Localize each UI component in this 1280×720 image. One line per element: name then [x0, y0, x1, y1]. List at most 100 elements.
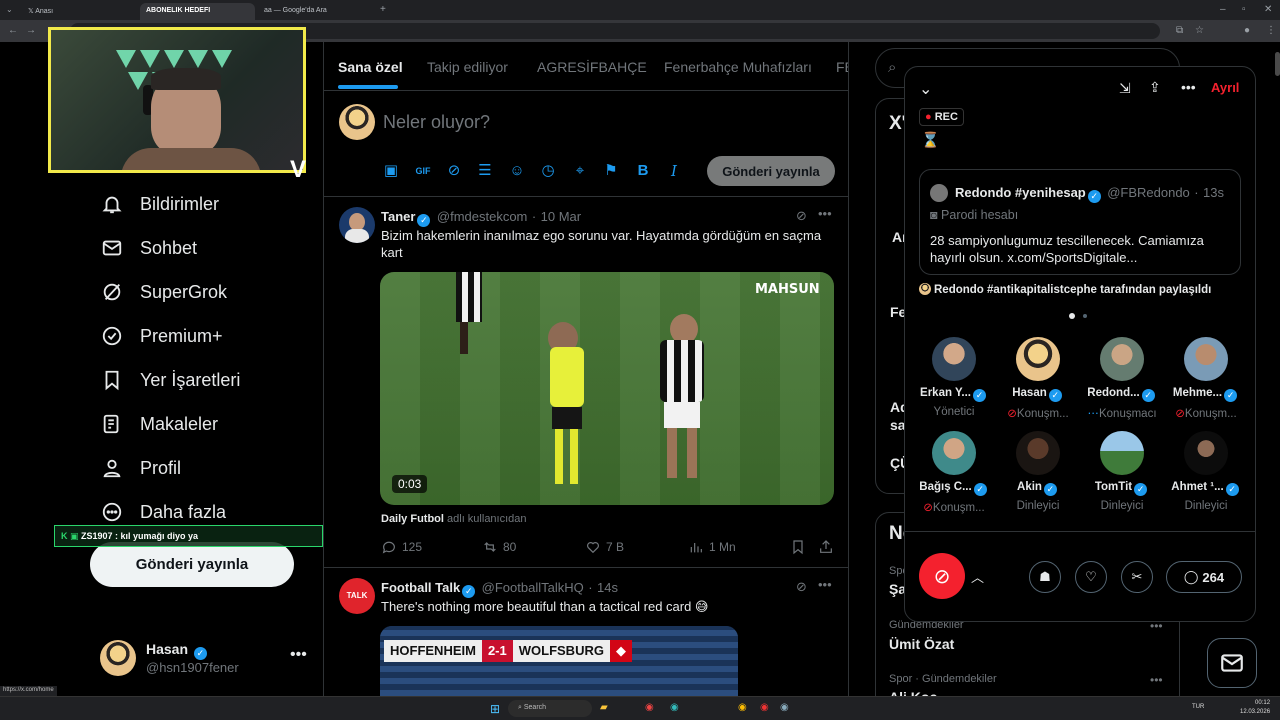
clock[interactable]: 00:12 12.03.2026 — [1240, 699, 1270, 717]
profile-icon[interactable]: ● — [1244, 25, 1250, 36]
tab-fenerbahce-muhafizlari[interactable]: Fenerbahçe Muhafızları — [664, 59, 812, 75]
tab-fe[interactable]: FE — [836, 59, 848, 75]
comments-button[interactable]: ◯ 264 — [1166, 561, 1242, 593]
mic-options-chevron-icon[interactable]: ︿ — [971, 567, 984, 586]
tweet-more-icon[interactable]: ••• — [818, 206, 832, 221]
reply-button[interactable]: 125 — [381, 539, 422, 555]
extensions-icon[interactable]: ⧉ — [1176, 25, 1183, 36]
location-icon[interactable]: ⌖ — [571, 162, 589, 180]
listener[interactable]: Ahmet ¹... ✓ Dinleyici — [1165, 431, 1247, 512]
grok-analyze-icon[interactable]: ⊘ — [796, 579, 807, 595]
schedule-icon[interactable]: ◷ — [539, 162, 557, 180]
speaker[interactable]: Mehme... ✓ ⊘Konuşm... — [1165, 337, 1247, 420]
tweet-video[interactable]: MAHSUN 0:03 — [380, 272, 834, 505]
tab-following[interactable]: Takip ediliyor — [427, 59, 508, 75]
scrollbar[interactable] — [1275, 52, 1280, 76]
listener[interactable]: Akin ✓ Dinleyici — [997, 431, 1079, 512]
trend-more-icon[interactable]: ••• — [1150, 673, 1163, 687]
grok-analyze-icon[interactable]: ⊘ — [796, 208, 807, 224]
compose-input[interactable]: Neler oluyor? — [383, 112, 490, 133]
gif-icon[interactable]: GIF — [414, 162, 432, 180]
tweet-handle[interactable]: @FootballTalkHQ — [482, 580, 584, 595]
space-more-icon[interactable]: ••• — [1181, 79, 1196, 95]
tab-search-icon[interactable]: ⌄ — [6, 5, 13, 14]
italic-icon[interactable]: I — [665, 162, 683, 180]
star-icon[interactable]: ☆ — [1195, 25, 1204, 36]
react-button[interactable]: ♡ — [1075, 561, 1107, 593]
windows-start-icon[interactable]: ⊞ — [490, 702, 500, 716]
menu-dots-icon[interactable]: ⋮ — [1266, 25, 1276, 36]
back-icon[interactable]: ← — [8, 25, 18, 36]
credit-user[interactable]: Daily Futbol — [381, 513, 444, 525]
maximize-icon[interactable]: ▫ — [1242, 4, 1246, 15]
steam-icon[interactable]: ◉ — [780, 702, 789, 713]
speaker-avatar — [1100, 337, 1144, 381]
leave-space-button[interactable]: Ayrıl — [1211, 80, 1239, 95]
people-button[interactable]: ☗ — [1029, 561, 1061, 593]
listener[interactable]: TomTit ✓ Dinleyici — [1081, 431, 1163, 512]
bold-icon[interactable]: B — [634, 162, 652, 180]
browser-tab-active[interactable]: ABONELIK HEDEFI — [140, 3, 255, 20]
edge-icon[interactable]: ◉ — [670, 702, 679, 713]
collapse-chevron-icon[interactable]: ⌄ — [919, 79, 932, 99]
sidebar-item-premium[interactable]: Premium+ — [100, 321, 223, 351]
football-talk-logo[interactable]: TALK — [339, 578, 375, 614]
sidebar-item-articles[interactable]: Makaleler — [100, 409, 218, 439]
sidebar-item-bookmarks[interactable]: Yer İşaretleri — [100, 365, 240, 395]
tweet-more-icon[interactable]: ••• — [818, 577, 832, 592]
tweet-author-name[interactable]: Football Talk — [381, 580, 460, 595]
sidebar-item-profile[interactable]: Profil — [100, 453, 181, 483]
chrome-icon[interactable]: ◉ — [738, 702, 747, 713]
clip-button[interactable]: ✂ — [1121, 561, 1153, 593]
post-button[interactable]: Gönderi yayınla — [90, 542, 294, 587]
views-button[interactable]: 1 Mn — [688, 539, 736, 555]
tab-for-you[interactable]: Sana özel — [338, 59, 403, 75]
tweet-author-name[interactable]: Taner — [381, 209, 415, 224]
messages-fab[interactable] — [1207, 638, 1257, 688]
language-indicator[interactable]: TUR — [1192, 704, 1204, 710]
video-watermark: MAHSUN — [755, 282, 820, 297]
sidebar-item-more[interactable]: Daha fazla — [100, 497, 226, 527]
tweet-media[interactable]: HOFFENHEIM 2-1 WOLFSBURG ◆ — [380, 626, 738, 696]
forward-icon[interactable]: → — [26, 25, 36, 36]
browser-tab[interactable]: 𝕏 Anası — [22, 3, 132, 20]
speaker[interactable]: Hasan ✓ ⊘Konuşm... — [997, 337, 1079, 420]
poll-icon[interactable]: ☰ — [476, 162, 494, 180]
tweet-avatar[interactable] — [339, 207, 375, 243]
speaker[interactable]: Redond... ✓ ⋯Konuşmacı — [1081, 337, 1163, 420]
like-button[interactable]: 7 B — [585, 539, 624, 555]
minimize-icon[interactable]: – — [1220, 4, 1226, 15]
browser-tab[interactable]: aa — Google'da Ara — [258, 3, 373, 20]
sidebar-item-notifications[interactable]: Bildirimler — [100, 189, 219, 219]
tab-agresifbahce[interactable]: AGRESİFBAHÇE — [537, 59, 647, 75]
new-tab-icon[interactable]: + — [380, 4, 386, 15]
image-icon[interactable]: ▣ — [382, 162, 400, 180]
mic-toggle-button[interactable]: ⊘ — [919, 553, 965, 599]
grok-compose-icon[interactable]: ⊘ — [445, 162, 463, 180]
share-button[interactable] — [818, 539, 834, 555]
compose-post-button[interactable]: Gönderi yayınla — [707, 156, 835, 186]
avatar[interactable] — [100, 640, 136, 676]
tweet-time[interactable]: 10 Mar — [541, 209, 581, 224]
sidebar-item-chat[interactable]: Sohbet — [100, 233, 197, 263]
close-window-icon[interactable]: ✕ — [1264, 4, 1272, 15]
emoji-icon[interactable]: ☺ — [508, 162, 526, 180]
carousel-dot-active[interactable] — [1069, 313, 1075, 319]
tweet-handle[interactable]: @fmdestekcom — [437, 209, 528, 224]
file-explorer-icon[interactable]: ▰ — [600, 702, 608, 713]
pinned-post[interactable]: Redondo #yenihesap ✓ @FBRedondo · 13s ◙ P… — [919, 169, 1241, 275]
flag-icon[interactable]: ⚑ — [602, 162, 620, 180]
minimize-space-icon[interactable]: ⇲ — [1119, 80, 1131, 97]
taskbar-search[interactable]: ⌕ Search — [508, 700, 592, 717]
app-icon[interactable]: ◉ — [760, 702, 769, 713]
carousel-dot[interactable] — [1083, 314, 1087, 318]
bookmark-button[interactable] — [790, 539, 806, 555]
speaker[interactable]: Erkan Y... ✓ Yönetici — [913, 337, 995, 418]
sidebar-item-supergrok[interactable]: SuperGrok — [100, 277, 227, 307]
speaker[interactable]: Bağış C... ✓ ⊘Konuşm... — [913, 431, 995, 514]
share-space-icon[interactable]: ⇪ — [1149, 79, 1161, 96]
app-icon[interactable]: ◉ — [645, 702, 654, 713]
account-more-icon[interactable]: ••• — [290, 646, 307, 664]
repost-button[interactable]: 80 — [482, 539, 516, 555]
tweet-time[interactable]: 14s — [597, 580, 618, 595]
